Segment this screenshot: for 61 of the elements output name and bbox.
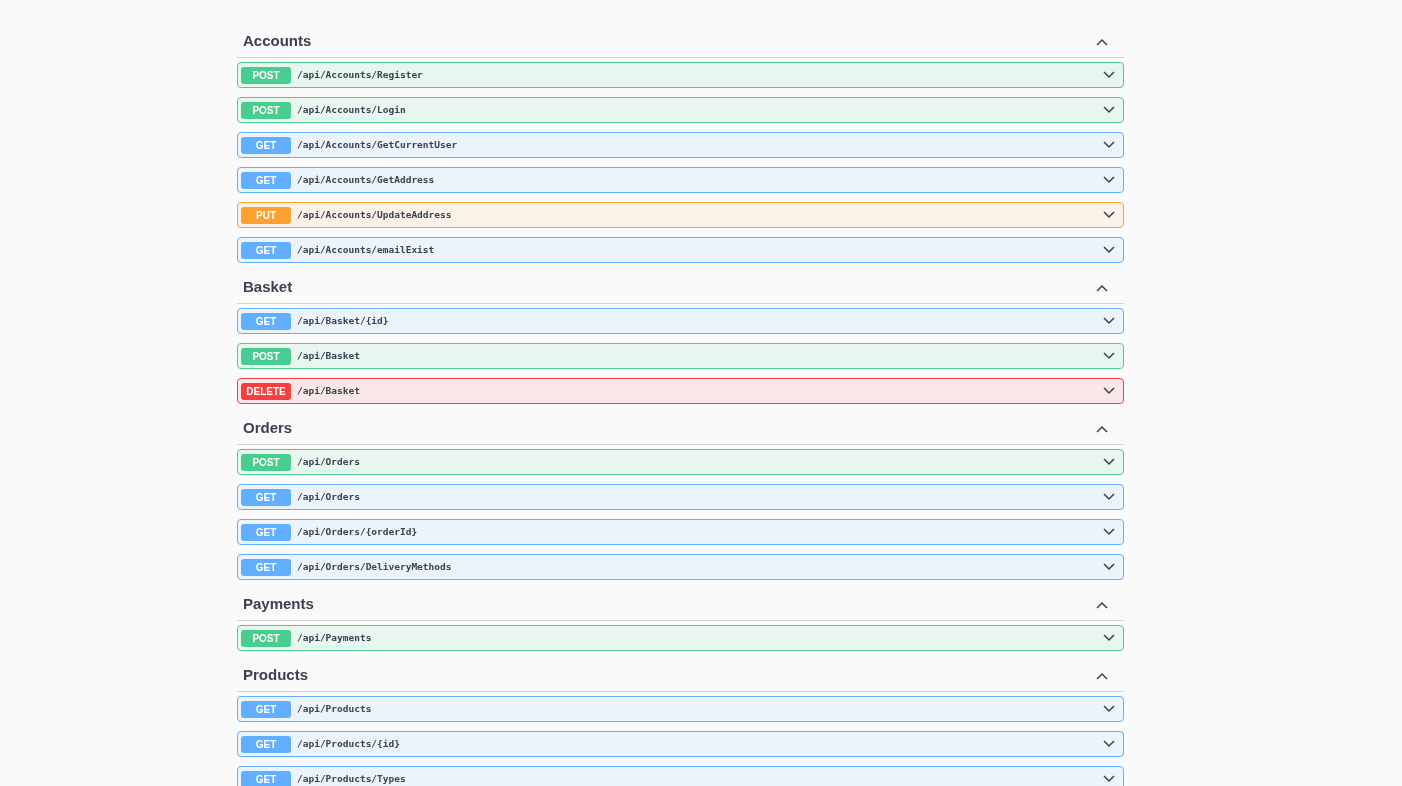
endpoint-row[interactable]: GET /api/Orders/{orderId} <box>237 519 1124 545</box>
endpoint-path: /api/Basket <box>297 383 360 398</box>
endpoint-path: /api/Accounts/emailExist <box>297 242 435 257</box>
endpoint-row[interactable]: GET /api/Accounts/emailExist <box>237 237 1124 263</box>
endpoint-row[interactable]: PUT /api/Accounts/UpdateAddress <box>237 202 1124 228</box>
method-badge: GET <box>241 312 291 330</box>
endpoint-row[interactable]: POST /api/Basket <box>237 343 1124 369</box>
endpoint-path: /api/Accounts/Register <box>297 67 423 82</box>
method-badge: GET <box>241 241 291 259</box>
section-title: Payments <box>243 594 314 615</box>
endpoint-path: /api/Orders <box>297 454 360 469</box>
endpoint-path: /api/Accounts/GetCurrentUser <box>297 137 458 152</box>
section-title: Orders <box>243 418 293 439</box>
endpoint-path: /api/Products/Types <box>297 771 406 786</box>
endpoint-path: /api/Payments <box>297 630 372 645</box>
method-badge: POST <box>241 66 291 84</box>
method-badge: POST <box>241 629 291 647</box>
endpoint-row[interactable]: GET /api/Basket/{id} <box>237 308 1124 334</box>
endpoint-path: /api/Orders <box>297 489 360 504</box>
endpoint-row[interactable]: POST /api/Accounts/Login <box>237 97 1124 123</box>
endpoint-row[interactable]: POST /api/Payments <box>237 625 1124 651</box>
section-header[interactable]: Payments <box>237 589 1124 621</box>
endpoint-row[interactable]: POST /api/Orders <box>237 449 1124 475</box>
endpoint-row[interactable]: GET /api/Products <box>237 696 1124 722</box>
endpoint-row[interactable]: GET /api/Accounts/GetAddress <box>237 167 1124 193</box>
section-header[interactable]: Basket <box>237 272 1124 304</box>
endpoint-path: /api/Accounts/Login <box>297 102 406 117</box>
method-badge: GET <box>241 488 291 506</box>
method-badge: GET <box>241 700 291 718</box>
endpoint-row[interactable]: GET /api/Products/Types <box>237 766 1124 786</box>
method-badge: PUT <box>241 206 291 224</box>
endpoint-path: /api/Basket/{id} <box>297 313 389 328</box>
method-badge: POST <box>241 453 291 471</box>
section-title: Basket <box>243 277 293 298</box>
method-badge: DELETE <box>241 382 291 400</box>
method-badge: GET <box>241 136 291 154</box>
endpoint-row[interactable]: GET /api/Products/{id} <box>237 731 1124 757</box>
endpoint-path: /api/Basket <box>297 348 360 363</box>
endpoint-path: /api/Orders/{orderId} <box>297 524 418 539</box>
endpoint-path: /api/Orders/DeliveryMethods <box>297 559 452 574</box>
section-header[interactable]: Orders <box>237 413 1124 445</box>
endpoint-path: /api/Accounts/UpdateAddress <box>297 207 452 222</box>
endpoint-row[interactable]: DELETE /api/Basket <box>237 378 1124 404</box>
method-badge: GET <box>241 523 291 541</box>
section-header[interactable]: Accounts <box>237 26 1124 58</box>
method-badge: GET <box>241 735 291 753</box>
endpoint-path: /api/Products/{id} <box>297 736 400 751</box>
endpoint-row[interactable]: POST /api/Accounts/Register <box>237 62 1124 88</box>
endpoint-row[interactable]: GET /api/Orders/DeliveryMethods <box>237 554 1124 580</box>
section-header[interactable]: Products <box>237 660 1124 692</box>
section-title: Accounts <box>243 31 312 52</box>
method-badge: GET <box>241 558 291 576</box>
section-title: Products <box>243 665 308 686</box>
method-badge: GET <box>241 171 291 189</box>
endpoint-row[interactable]: GET /api/Orders <box>237 484 1124 510</box>
method-badge: GET <box>241 770 291 786</box>
endpoint-path: /api/Products <box>297 701 372 716</box>
endpoint-path: /api/Accounts/GetAddress <box>297 172 435 187</box>
method-badge: POST <box>241 347 291 365</box>
method-badge: POST <box>241 101 291 119</box>
endpoint-row[interactable]: GET /api/Accounts/GetCurrentUser <box>237 132 1124 158</box>
